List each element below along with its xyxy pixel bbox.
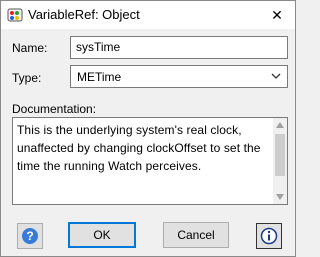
type-select[interactable]: METime	[70, 65, 288, 88]
help-icon: ?	[22, 228, 38, 244]
info-icon	[260, 227, 278, 245]
documentation-scrollbar[interactable]	[273, 118, 287, 204]
info-button[interactable]	[256, 223, 282, 249]
type-label: Type:	[12, 71, 42, 85]
chevron-down-icon	[271, 73, 281, 79]
palette-icon	[7, 8, 23, 22]
ok-button[interactable]: OK	[68, 222, 136, 248]
close-icon: ✕	[271, 6, 283, 23]
ok-label: OK	[93, 228, 111, 242]
scrollbar-thumb[interactable]	[275, 134, 285, 176]
scroll-up-icon[interactable]	[276, 122, 284, 128]
svg-text:?: ?	[26, 229, 33, 243]
title-bar: VariableRef: Object ✕	[1, 1, 295, 29]
documentation-text: This is the underlying system's real clo…	[17, 123, 261, 173]
name-value: sysTime	[76, 40, 121, 54]
name-label: Name:	[12, 41, 48, 55]
close-button[interactable]: ✕	[259, 1, 295, 29]
window-title: VariableRef: Object	[28, 7, 140, 22]
cancel-button[interactable]: Cancel	[163, 222, 229, 248]
dialog-window: VariableRef: Object ✕ Name: sysTime Type…	[0, 0, 296, 257]
scroll-down-icon[interactable]	[276, 194, 284, 200]
type-value: METime	[77, 70, 122, 84]
documentation-textarea[interactable]: This is the underlying system's real clo…	[12, 117, 288, 205]
help-button[interactable]: ?	[17, 223, 43, 249]
documentation-label: Documentation:	[12, 102, 97, 116]
cancel-label: Cancel	[177, 228, 215, 242]
name-field[interactable]: sysTime	[70, 36, 288, 59]
